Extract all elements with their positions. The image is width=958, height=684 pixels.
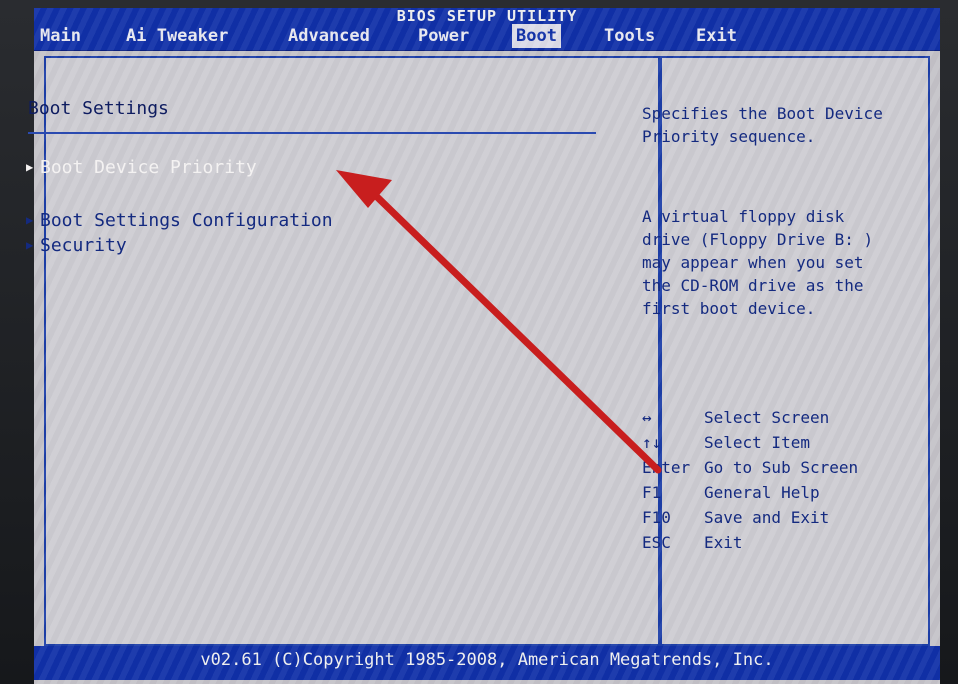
key-row: ESC Exit — [642, 530, 892, 555]
key-label: Enter — [642, 458, 691, 477]
main-panel — [44, 56, 660, 646]
key-action: Select Screen — [704, 408, 830, 427]
submenu-triangle-icon: ▶ — [26, 213, 34, 227]
tab-ai-tweaker[interactable]: Ai Tweaker — [122, 24, 232, 48]
key-action: General Help — [704, 483, 820, 502]
arrow-up-down-icon: ↑↓ — [642, 433, 662, 452]
key-label: ESC — [642, 533, 671, 552]
submenu-triangle-icon: ▶ — [26, 160, 34, 174]
section-title: Boot Settings — [28, 98, 169, 119]
menu-bar: Main Ai Tweaker Advanced Power Boot Tool… — [34, 24, 940, 51]
key-action: Go to Sub Screen — [704, 458, 859, 477]
arrow-left-right-icon: ↔ — [642, 408, 652, 427]
menu-item-label: Boot Device Priority — [40, 157, 257, 178]
menu-item-boot-device-priority[interactable]: ▶ Boot Device Priority — [26, 157, 257, 178]
tab-advanced[interactable]: Advanced — [284, 24, 374, 48]
tab-main[interactable]: Main — [36, 24, 85, 48]
menu-item-boot-settings-configuration[interactable]: ▶ Boot Settings Configuration — [26, 210, 333, 231]
key-row: F1 General Help — [642, 480, 892, 505]
section-divider — [28, 132, 596, 134]
key-action: Exit — [704, 533, 743, 552]
submenu-triangle-icon: ▶ — [26, 238, 34, 252]
help-note: A virtual floppy disk drive (Floppy Driv… — [642, 207, 874, 318]
menu-item-label: Boot Settings Configuration — [40, 210, 333, 231]
window-title: BIOS SETUP UTILITY — [34, 8, 940, 25]
key-label: F1 — [642, 483, 662, 502]
menu-item-label: Security — [40, 235, 127, 256]
key-action: Select Item — [704, 433, 810, 452]
key-row: Enter Go to Sub Screen — [642, 455, 892, 480]
footer-copyright: v02.61 (C)Copyright 1985-2008, American … — [34, 646, 940, 680]
tab-exit[interactable]: Exit — [692, 24, 741, 48]
tab-boot[interactable]: Boot — [512, 24, 561, 48]
key-row: F10 Save and Exit — [642, 505, 892, 530]
key-legend: ↔ Select Screen ↑↓ Select Item Enter Go to … — [642, 405, 892, 555]
tab-tools[interactable]: Tools — [600, 24, 659, 48]
key-label: F10 — [642, 508, 671, 527]
menu-item-security[interactable]: ▶ Security — [26, 235, 127, 256]
key-row: ↔ Select Screen — [642, 405, 892, 430]
key-action: Save and Exit — [704, 508, 830, 527]
help-description: Specifies the Boot Device Priority seque… — [642, 104, 883, 146]
tab-power[interactable]: Power — [414, 24, 473, 48]
key-row: ↑↓ Select Item — [642, 430, 892, 455]
